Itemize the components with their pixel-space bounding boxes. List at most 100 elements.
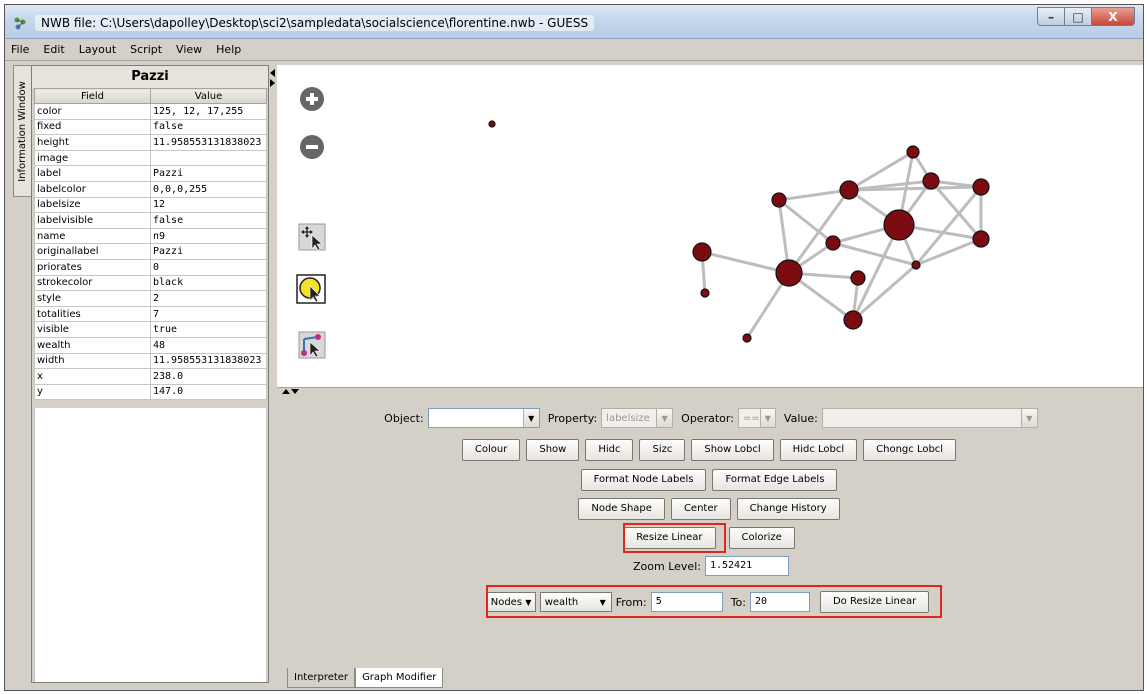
- graph-node[interactable]: [771, 192, 787, 208]
- value-cell[interactable]: false: [150, 118, 267, 136]
- value-cell[interactable]: 48: [150, 336, 267, 354]
- value-cell[interactable]: 147.0: [150, 383, 267, 401]
- graph-node[interactable]: [742, 333, 752, 343]
- table-row[interactable]: totalities 7: [34, 305, 267, 323]
- graph-node[interactable]: [922, 172, 940, 190]
- value-cell[interactable]: 11.958553131838023: [150, 134, 267, 151]
- hide-label-button[interactable]: Hidc Lobcl: [779, 439, 858, 461]
- change-label-button[interactable]: Chongc Lobcl: [863, 439, 957, 461]
- move-tool-icon[interactable]: [298, 223, 326, 251]
- value-cell[interactable]: 238.0: [150, 368, 267, 385]
- minimize-button[interactable]: –: [1037, 7, 1065, 26]
- graph-node[interactable]: [700, 288, 710, 298]
- table-row[interactable]: labelcolor 0,0,0,255: [34, 180, 267, 198]
- menu-script[interactable]: Script: [130, 43, 162, 56]
- select-tool-icon[interactable]: [296, 274, 326, 304]
- close-button[interactable]: X: [1091, 7, 1135, 26]
- value-cell[interactable]: 7: [150, 305, 267, 323]
- table-row[interactable]: name n9: [34, 227, 267, 245]
- zoom-out-icon[interactable]: [298, 133, 326, 161]
- graph-canvas[interactable]: [277, 65, 1144, 387]
- table-row[interactable]: width 11.958553131838023: [34, 352, 267, 370]
- menu-view[interactable]: View: [176, 43, 202, 56]
- show-label-button[interactable]: Show Lobcl: [691, 439, 774, 461]
- graph-node[interactable]: [692, 242, 712, 262]
- graph-node[interactable]: [839, 180, 859, 200]
- table-row[interactable]: y 147.0: [34, 383, 267, 401]
- graph-edge[interactable]: [787, 189, 851, 274]
- hide-button[interactable]: Hidc: [585, 439, 634, 461]
- table-row[interactable]: visible true: [34, 321, 267, 338]
- table-row[interactable]: label Pazzi: [34, 165, 267, 182]
- table-row[interactable]: image: [34, 149, 267, 167]
- menu-help[interactable]: Help: [216, 43, 241, 56]
- table-row[interactable]: priorates 0: [34, 258, 267, 276]
- value-cell[interactable]: 11.958553131838023: [150, 352, 267, 370]
- graph-node[interactable]: [850, 270, 866, 286]
- chevron-down-icon[interactable]: ▼: [759, 409, 775, 427]
- size-button[interactable]: Sizc: [639, 439, 686, 461]
- menu-layout[interactable]: Layout: [79, 43, 116, 56]
- table-row[interactable]: originallabel Pazzi: [34, 243, 267, 260]
- node-shape-button[interactable]: Node Shape: [578, 498, 665, 520]
- change-history-button[interactable]: Change History: [736, 498, 840, 520]
- edit-nodes-icon[interactable]: [298, 331, 326, 359]
- graph-node[interactable]: [911, 260, 921, 270]
- zoom-in-icon[interactable]: [298, 85, 326, 113]
- maximize-button[interactable]: □: [1064, 7, 1092, 26]
- property-select[interactable]: labelsize ▼: [601, 408, 674, 428]
- value-cell[interactable]: true: [150, 321, 267, 338]
- menu-file[interactable]: File: [11, 43, 29, 56]
- table-row[interactable]: wealth 48: [34, 336, 267, 354]
- network-graph[interactable]: [277, 65, 1144, 387]
- graph-edge[interactable]: [832, 241, 917, 267]
- value-cell[interactable]: [150, 149, 267, 167]
- graph-node[interactable]: [488, 120, 496, 128]
- value-cell[interactable]: Pazzi: [150, 165, 267, 182]
- table-row[interactable]: height 11.958553131838023: [34, 134, 267, 151]
- colour-button[interactable]: Colour: [461, 439, 521, 461]
- tab-interpreter[interactable]: Interpreter: [287, 668, 356, 688]
- value-cell[interactable]: 125, 12, 17,255: [150, 103, 267, 120]
- value-cell[interactable]: 0,0,0,255: [150, 180, 267, 198]
- center-button[interactable]: Center: [670, 498, 731, 520]
- graph-edge[interactable]: [778, 188, 850, 202]
- object-select[interactable]: ▼: [427, 408, 540, 428]
- colorize-button[interactable]: Colorize: [728, 527, 795, 549]
- graph-node[interactable]: [972, 178, 990, 196]
- format-edge-labels-button[interactable]: Format Edge Labels: [712, 469, 838, 491]
- operator-select[interactable]: == ▼: [737, 408, 776, 428]
- table-row[interactable]: color 125, 12, 17,255: [34, 103, 267, 120]
- value-cell[interactable]: Pazzi: [150, 243, 267, 260]
- value-cell[interactable]: n9: [150, 227, 267, 245]
- graph-node[interactable]: [843, 310, 863, 330]
- graph-node[interactable]: [825, 235, 841, 251]
- vertical-splitter[interactable]: [269, 65, 277, 683]
- table-row[interactable]: x 238.0: [34, 368, 267, 385]
- column-header-value[interactable]: Value: [150, 88, 267, 104]
- table-row[interactable]: style 2: [34, 290, 267, 307]
- value-cell[interactable]: false: [150, 212, 267, 229]
- graph-node[interactable]: [972, 230, 990, 248]
- format-node-labels-button[interactable]: Format Node Labels: [580, 469, 707, 491]
- menu-edit[interactable]: Edit: [43, 43, 64, 56]
- table-row[interactable]: fixed false: [34, 118, 267, 136]
- value-select[interactable]: ▼: [821, 408, 1038, 428]
- expand-right-icon[interactable]: [270, 79, 275, 87]
- table-row[interactable]: labelsize 12: [34, 196, 267, 214]
- chevron-down-icon[interactable]: ▼: [1020, 409, 1037, 427]
- tab-graph-modifier[interactable]: Graph Modifier: [355, 668, 444, 688]
- graph-node[interactable]: [883, 209, 915, 241]
- value-cell[interactable]: 0: [150, 258, 267, 276]
- column-header-field[interactable]: Field: [34, 88, 151, 104]
- value-cell[interactable]: black: [150, 274, 267, 292]
- chevron-down-icon[interactable]: ▼: [522, 409, 539, 427]
- graph-node[interactable]: [906, 145, 920, 159]
- zoom-level-input[interactable]: 1.52421: [704, 556, 789, 576]
- collapse-left-icon[interactable]: [270, 69, 275, 77]
- value-cell[interactable]: 2: [150, 290, 267, 307]
- show-button[interactable]: Show: [526, 439, 580, 461]
- chevron-down-icon[interactable]: ▼: [656, 409, 673, 427]
- horizontal-splitter[interactable]: [277, 387, 1143, 395]
- information-window-tab[interactable]: Information Window: [13, 65, 31, 197]
